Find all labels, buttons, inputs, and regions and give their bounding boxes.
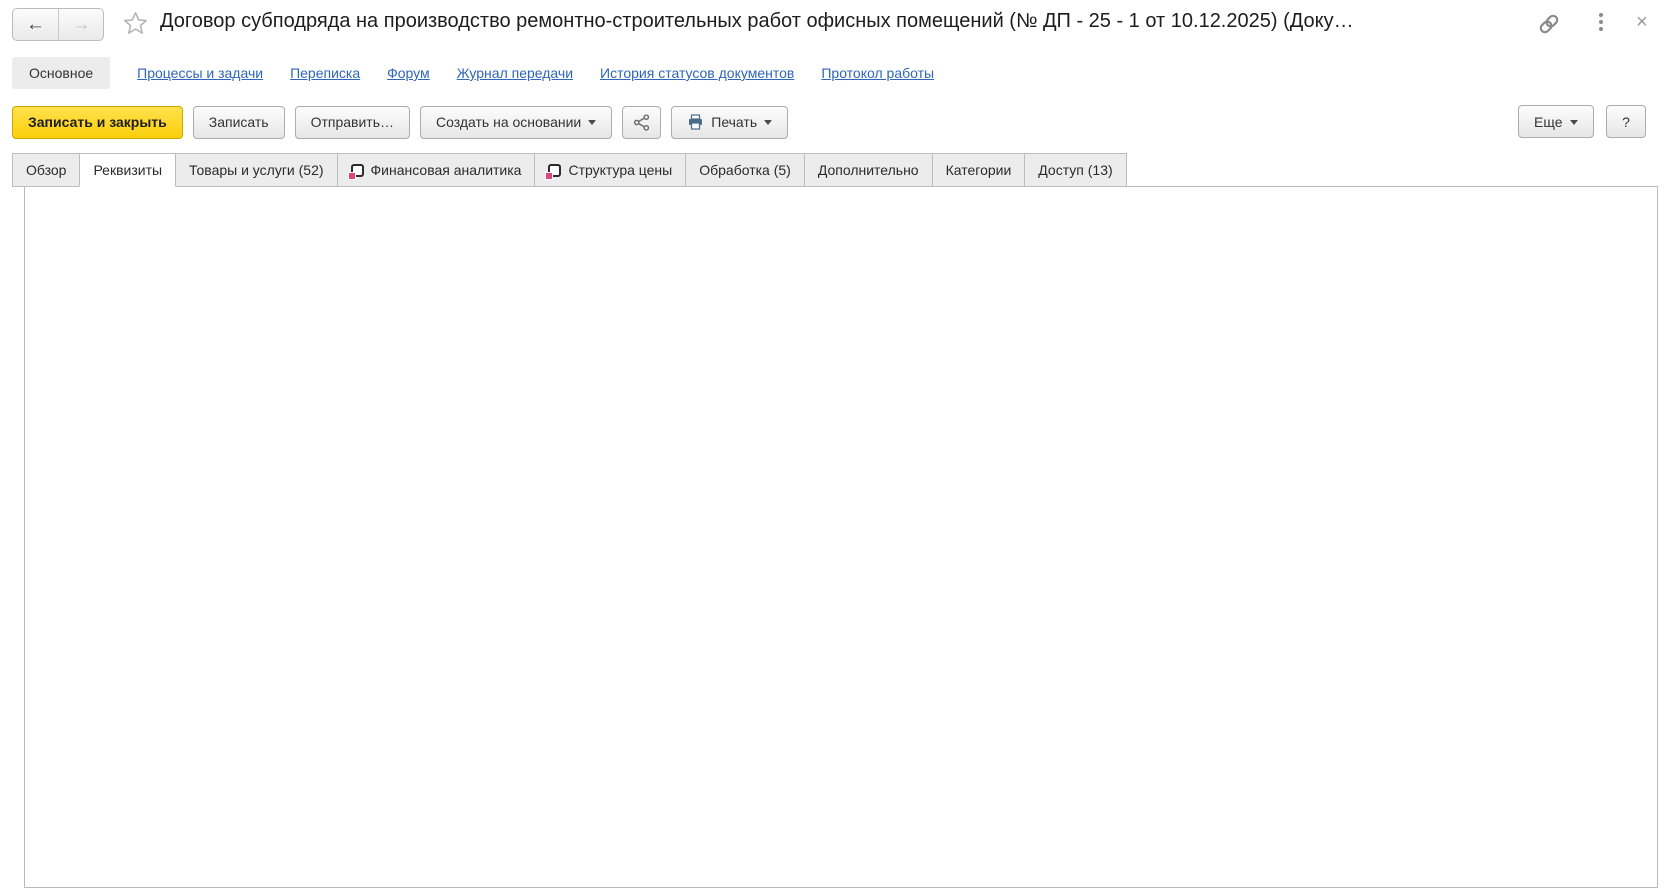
tab-financial-analytics[interactable]: Финансовая аналитика xyxy=(337,153,536,187)
get-link-icon[interactable] xyxy=(1538,13,1560,35)
section-nav: Основное Процессы и задачи Переписка Фор… xyxy=(12,55,934,91)
tab-goods-services[interactable]: Товары и услуги (52) xyxy=(175,153,337,187)
nav-item-transfer-log[interactable]: Журнал передачи xyxy=(457,65,573,81)
price-structure-icon xyxy=(548,164,561,177)
tab-price-structure-label: Структура цены xyxy=(568,162,672,178)
tab-overview[interactable]: Обзор xyxy=(12,153,80,187)
tab-additional[interactable]: Дополнительно xyxy=(804,153,933,187)
more-actions-button[interactable]: Еще xyxy=(1518,105,1594,138)
close-icon[interactable]: × xyxy=(1636,12,1648,32)
create-based-on-label: Создать на основании xyxy=(436,114,581,130)
tab-financial-analytics-label: Финансовая аналитика xyxy=(371,162,522,178)
nav-item-main[interactable]: Основное xyxy=(12,57,110,89)
more-menu-icon[interactable] xyxy=(1599,13,1603,31)
save-and-close-button[interactable]: Записать и закрыть xyxy=(12,106,183,139)
nav-item-status-history[interactable]: История статусов документов xyxy=(600,65,794,81)
back-button[interactable]: ← xyxy=(13,9,58,40)
tab-access[interactable]: Доступ (13) xyxy=(1024,153,1126,187)
more-actions-label: Еще xyxy=(1534,114,1563,130)
print-label: Печать xyxy=(711,114,757,130)
printer-icon xyxy=(687,114,704,130)
nav-item-work-protocol[interactable]: Протокол работы xyxy=(821,65,934,81)
dropdown-caret-icon xyxy=(764,120,772,129)
create-based-on-button[interactable]: Создать на основании xyxy=(420,106,612,139)
dropdown-caret-icon xyxy=(588,120,596,129)
tab-requisites[interactable]: Реквизиты xyxy=(79,153,176,187)
analytics-icon xyxy=(351,164,364,177)
save-button[interactable]: Записать xyxy=(193,106,285,139)
share-button[interactable] xyxy=(622,106,661,139)
share-icon xyxy=(633,114,650,131)
nav-item-forum[interactable]: Форум xyxy=(387,65,430,81)
favorite-star-icon[interactable] xyxy=(122,10,149,37)
nav-item-processes[interactable]: Процессы и задачи xyxy=(137,65,263,81)
tab-price-structure[interactable]: Структура цены xyxy=(534,153,686,187)
history-nav-buttons: ← → xyxy=(12,8,104,41)
page-title: Договор субподряда на производство ремон… xyxy=(160,10,1450,33)
tab-content-frame xyxy=(24,186,1658,888)
send-button[interactable]: Отправить… xyxy=(295,106,410,139)
tab-categories[interactable]: Категории xyxy=(932,153,1026,187)
command-bar: Записать и закрыть Записать Отправить… С… xyxy=(12,105,788,139)
tab-processing[interactable]: Обработка (5) xyxy=(685,153,805,187)
help-button[interactable]: ? xyxy=(1606,105,1646,138)
dropdown-caret-icon xyxy=(1570,120,1578,129)
forward-button[interactable]: → xyxy=(58,9,103,40)
page-tabs: Обзор Реквизиты Товары и услуги (52) Фин… xyxy=(12,153,1126,187)
print-button[interactable]: Печать xyxy=(671,106,788,139)
title-bar: ← → Договор субподряда на производство р… xyxy=(0,0,1665,48)
nav-item-correspondence[interactable]: Переписка xyxy=(290,65,360,81)
